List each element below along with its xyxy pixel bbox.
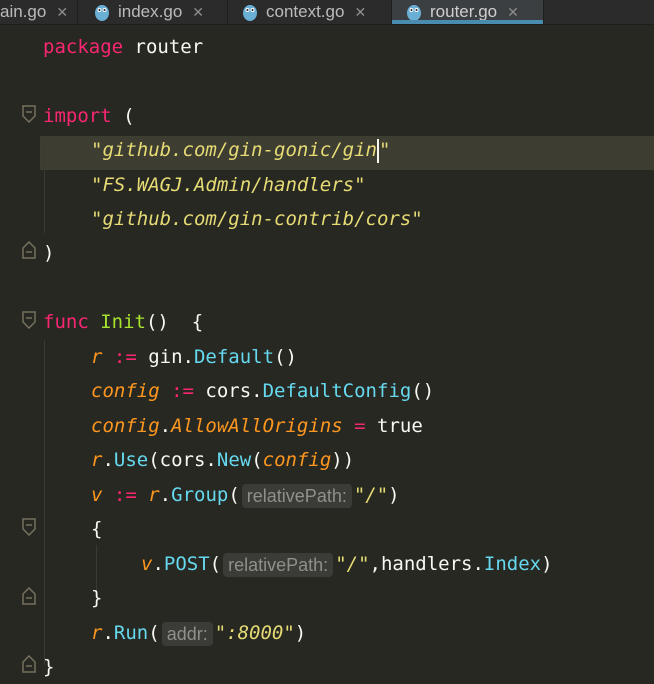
indent-guide: [44, 340, 45, 665]
fold-close-icon[interactable]: [21, 587, 37, 605]
fold-open-icon[interactable]: [21, 105, 37, 123]
code-line-13: r.Use(cors.New(config)): [91, 449, 355, 471]
code-line-11: config := cors.DefaultConfig(): [91, 380, 435, 402]
editor-tab-bar: ain.go ✕ index.go ✕ context.go ✕ router.…: [0, 0, 654, 25]
tab-router-go[interactable]: router.go ✕: [392, 0, 544, 24]
go-gopher-icon: [94, 3, 110, 21]
close-icon[interactable]: ✕: [507, 4, 519, 21]
tab-label: context.go: [266, 2, 345, 21]
close-icon[interactable]: ✕: [192, 4, 204, 21]
parameter-hint: addr:: [161, 621, 213, 646]
code-line-16: v.POST(relativePath: "/",handlers.Index): [141, 552, 553, 577]
fold-close-icon[interactable]: [21, 655, 37, 673]
fold-open-icon[interactable]: [21, 518, 37, 536]
code-line-3: import (: [43, 105, 135, 127]
parameter-hint: relativePath:: [241, 483, 352, 508]
code-editor[interactable]: package router import ( "github.com/gin-…: [0, 25, 654, 684]
code-line-18: r.Run(addr: ":8000"): [91, 621, 307, 646]
tab-label: router.go: [430, 2, 498, 21]
close-icon[interactable]: ✕: [354, 4, 366, 21]
code-line-9: func Init() {: [43, 311, 204, 333]
code-line-1: package router: [43, 36, 204, 58]
code-line-17: }: [91, 587, 103, 609]
code-line-15: {: [91, 518, 103, 540]
go-gopher-icon: [242, 3, 258, 21]
code-line-12: config.AllowAllOrigins = true: [91, 415, 423, 437]
code-line-7: ): [43, 242, 55, 264]
code-line-19: }: [43, 656, 55, 678]
code-line-4: "github.com/gin-gonic/gin ": [91, 138, 391, 163]
tab-label: ain.go: [0, 2, 47, 21]
indent-guide: [44, 140, 45, 233]
fold-open-icon[interactable]: [21, 311, 37, 329]
code-line-6: "github.com/gin-contrib/cors": [91, 208, 423, 230]
tab-index-go[interactable]: index.go ✕: [78, 0, 228, 24]
go-gopher-icon: [406, 3, 422, 21]
tab-context-go[interactable]: context.go ✕: [228, 0, 392, 24]
tab-label: index.go: [118, 2, 183, 21]
code-line-5: "FS.WAGJ.Admin/handlers": [91, 174, 366, 196]
code-line-14: v := r.Group(relativePath: "/"): [91, 483, 400, 508]
parameter-hint: relativePath:: [223, 552, 334, 577]
fold-close-icon[interactable]: [21, 241, 37, 259]
close-icon[interactable]: ✕: [56, 4, 68, 21]
code-line-10: r := gin.Default(): [91, 346, 297, 368]
tab-main-go[interactable]: ain.go ✕: [0, 0, 78, 24]
editor-gutter: [0, 25, 40, 684]
